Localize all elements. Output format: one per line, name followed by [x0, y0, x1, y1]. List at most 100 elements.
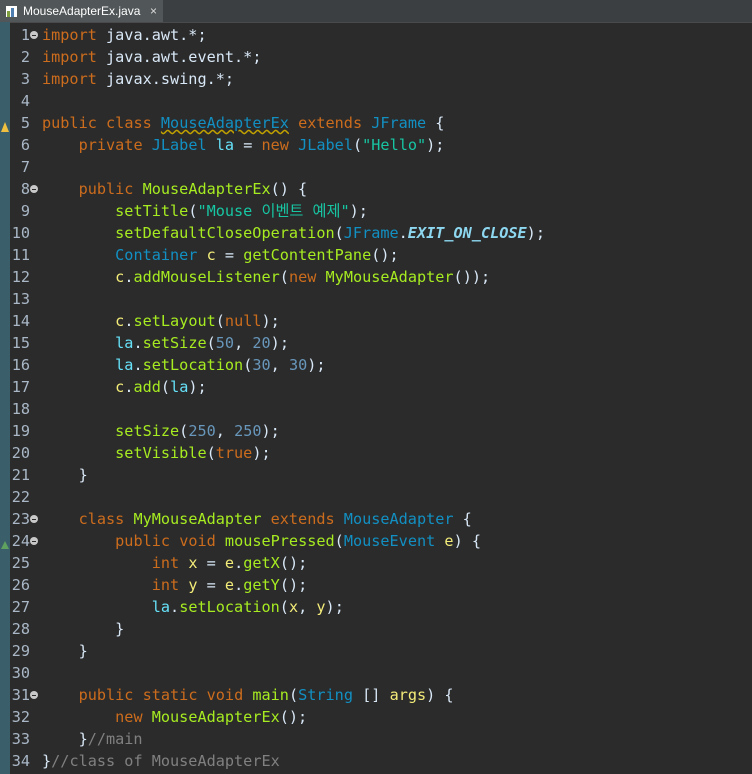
code-line[interactable]: 20 setVisible(true);	[0, 442, 752, 464]
line-number: 11	[11, 246, 30, 264]
line-number: 32	[11, 708, 30, 726]
code-line[interactable]: 4	[0, 90, 752, 112]
fold-collapse-icon[interactable]	[30, 31, 38, 39]
code-text: public MouseAdapterEx() {	[42, 178, 308, 200]
code-line[interactable]: 6 private JLabel la = new JLabel("Hello"…	[0, 134, 752, 156]
line-number: 31	[11, 686, 30, 704]
code-token: null	[224, 312, 262, 330]
line-number: 17	[11, 378, 30, 396]
code-token: y	[316, 598, 326, 616]
code-line[interactable]: 7	[0, 156, 752, 178]
code-line[interactable]: 1 import java.awt.*;	[0, 24, 752, 46]
line-number: 8	[20, 180, 30, 198]
line-number: 4	[20, 92, 30, 110]
code-line[interactable]: 30	[0, 662, 752, 684]
code-line[interactable]: 17 c.add(la);	[0, 376, 752, 398]
code-token: int	[151, 554, 180, 572]
line-number: 20	[11, 444, 30, 462]
code-line[interactable]: 25 int x = e.getX();	[0, 552, 752, 574]
warning-marker-icon[interactable]	[0, 117, 10, 132]
code-token: static	[142, 686, 198, 704]
code-line[interactable]: 3 import javax.swing.*;	[0, 68, 752, 90]
code-token: c	[115, 312, 125, 330]
code-line[interactable]: 26 int y = e.getY();	[0, 574, 752, 596]
code-token: import	[42, 26, 97, 44]
code-text: import java.awt.*;	[42, 24, 207, 46]
code-text: }	[42, 618, 124, 640]
code-line[interactable]: 24 public void mousePressed(MouseEvent e…	[0, 530, 752, 552]
line-number: 5	[20, 114, 30, 132]
line-number: 26	[11, 576, 30, 594]
code-line[interactable]: 18	[0, 398, 752, 420]
code-token: e	[444, 532, 454, 550]
code-token: setVisible	[115, 444, 207, 462]
code-token: );	[426, 136, 445, 154]
code-text: int x = e.getX();	[42, 552, 308, 574]
code-token: "Hello"	[362, 136, 427, 154]
code-line[interactable]: 27 la.setLocation(x, y);	[0, 596, 752, 618]
code-line[interactable]: 5 public class MouseAdapterEx extends JFr…	[0, 112, 752, 134]
fold-collapse-icon[interactable]	[30, 537, 38, 545]
code-token: =	[197, 554, 225, 572]
code-token: setLayout	[133, 312, 216, 330]
code-line[interactable]: 22	[0, 486, 752, 508]
code-line[interactable]: 23 class MyMouseAdapter extends MouseAda…	[0, 508, 752, 530]
code-token: 50	[215, 334, 235, 352]
code-token: }	[42, 730, 88, 748]
code-line[interactable]: 8 public MouseAdapterEx() {	[0, 178, 752, 200]
code-token: (	[179, 422, 189, 440]
code-line[interactable]: 21 }	[0, 464, 752, 486]
code-line[interactable]: 9 setTitle("Mouse 이벤트 예제");	[0, 200, 752, 222]
code-line[interactable]: 32 new MouseAdapterEx();	[0, 706, 752, 728]
code-token: .	[133, 356, 143, 374]
line-number: 12	[11, 268, 30, 286]
code-text: int y = e.getY();	[42, 574, 308, 596]
code-editor[interactable]: 1 import java.awt.*; 2 import java.awt.even…	[0, 22, 752, 774]
code-text: class MyMouseAdapter extends MouseAdapte…	[42, 508, 472, 530]
code-line[interactable]: 15 la.setSize(50, 20);	[0, 332, 752, 354]
code-text: }//main	[42, 728, 143, 750]
code-line[interactable]: 16 la.setLocation(30, 30);	[0, 354, 752, 376]
code-text: public static void main(String [] args) …	[42, 684, 454, 706]
code-token: e	[224, 576, 235, 594]
code-line[interactable]: 19 setSize(250, 250);	[0, 420, 752, 442]
code-text: c.add(la);	[42, 376, 207, 398]
code-line[interactable]: 11 Container c = getContentPane();	[0, 244, 752, 266]
code-token: MyMouseAdapter	[325, 268, 454, 286]
code-line[interactable]: 28 }	[0, 618, 752, 640]
code-token: new	[115, 708, 143, 726]
override-marker-icon[interactable]	[0, 535, 10, 549]
java-file-icon	[5, 5, 18, 18]
code-text: public class MouseAdapterEx extends JFra…	[42, 112, 444, 134]
code-line[interactable]: 10 setDefaultCloseOperation(JFrame.EXIT_…	[0, 222, 752, 244]
close-icon[interactable]: ×	[150, 4, 157, 18]
code-line[interactable]: 31 public static void main(String [] arg…	[0, 684, 752, 706]
code-line[interactable]: 2 import java.awt.event.*;	[0, 46, 752, 68]
code-line[interactable]: 13	[0, 288, 752, 310]
code-text: private JLabel la = new JLabel("Hello");	[42, 134, 445, 156]
code-line[interactable]: 12 c.addMouseListener(new MyMouseAdapter…	[0, 266, 752, 288]
code-token: );	[526, 224, 545, 242]
fold-collapse-icon[interactable]	[30, 185, 38, 193]
fold-collapse-icon[interactable]	[30, 691, 38, 699]
code-token: );	[261, 422, 280, 440]
code-token: (	[206, 334, 216, 352]
fold-collapse-icon[interactable]	[30, 515, 38, 523]
code-token: );	[252, 444, 271, 462]
code-text: import java.awt.event.*;	[42, 46, 261, 68]
code-token: args	[389, 686, 427, 704]
code-line[interactable]: 29 }	[0, 640, 752, 662]
tab-mouseadapterex-java[interactable]: MouseAdapterEx.java ×	[0, 0, 163, 22]
code-token: (	[334, 532, 344, 550]
code-token: ) {	[453, 532, 481, 550]
code-line[interactable]: 14 c.setLayout(null);	[0, 310, 752, 332]
code-token: void	[206, 686, 244, 704]
code-token: MouseAdapter	[343, 510, 454, 528]
code-line[interactable]: 33 }//main	[0, 728, 752, 750]
code-token: extends	[298, 114, 363, 132]
code-line[interactable]: 34}//class of MouseAdapterEx	[0, 750, 752, 772]
